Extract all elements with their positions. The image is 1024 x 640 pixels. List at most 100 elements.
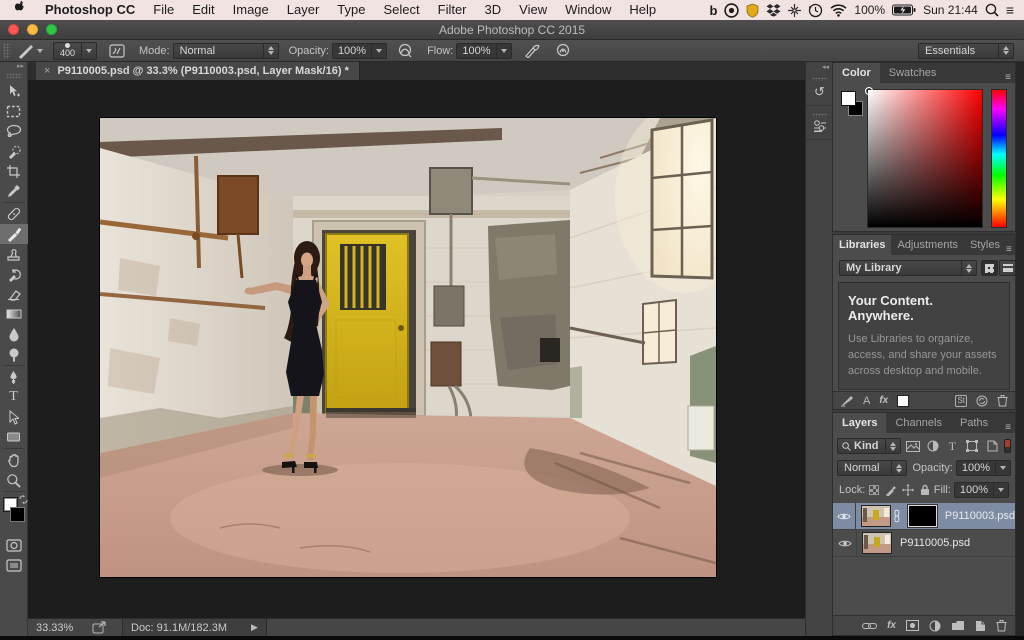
color-foreground-swatch[interactable] [841, 91, 856, 106]
background-color-swatch[interactable] [10, 507, 25, 522]
pressure-size-button[interactable] [551, 42, 575, 60]
canvas-photo[interactable] [100, 118, 716, 577]
menu-item-photoshop[interactable]: Photoshop CC [36, 0, 144, 20]
menu-item-file[interactable]: File [144, 0, 183, 20]
menu-item-help[interactable]: Help [620, 0, 665, 20]
gradient-tool[interactable] [0, 304, 28, 324]
filter-smart-objects-icon[interactable] [984, 438, 1001, 454]
layer-mask-thumbnail[interactable] [908, 505, 937, 527]
close-tab-icon[interactable]: × [44, 65, 50, 77]
mode-dropdown[interactable]: Normal [173, 43, 279, 59]
tab-swatches[interactable]: Swatches [880, 63, 946, 83]
sync-icon[interactable] [975, 395, 989, 407]
fill-input[interactable]: 100% [954, 482, 1009, 498]
toggle-brush-panel-button[interactable] [105, 42, 129, 60]
path-selection-tool[interactable] [0, 407, 28, 427]
menu-item-type[interactable]: Type [328, 0, 374, 20]
trash-icon[interactable] [997, 394, 1008, 407]
menu-clock[interactable]: Sun 21:44 [923, 3, 978, 17]
adjustment-layer-icon[interactable] [929, 620, 941, 632]
library-list-view-button[interactable] [999, 260, 1016, 276]
quick-selection-tool[interactable] [0, 141, 28, 161]
screen-mode-button[interactable] [0, 555, 28, 575]
blend-mode-dropdown[interactable]: Normal [837, 460, 907, 476]
hue-ramp[interactable] [991, 89, 1007, 228]
tab-color[interactable]: Color [833, 63, 880, 83]
filter-shape-layers-icon[interactable] [964, 438, 981, 454]
pen-tool[interactable] [0, 367, 28, 387]
shape-tool[interactable] [0, 427, 28, 447]
eyedropper-tool[interactable] [0, 181, 28, 201]
menu-item-view[interactable]: View [510, 0, 556, 20]
brush-tool-selected[interactable] [0, 224, 28, 244]
notification-center-icon[interactable]: ≡ [1006, 0, 1014, 20]
filter-toggle-switch[interactable] [1004, 439, 1011, 453]
hand-tool[interactable] [0, 450, 28, 470]
wifi-icon[interactable] [830, 0, 847, 20]
time-machine-icon[interactable] [808, 0, 823, 20]
add-char-style-icon[interactable]: A [863, 395, 870, 407]
quick-mask-button[interactable] [0, 535, 28, 555]
tab-libraries[interactable]: Libraries [833, 235, 891, 255]
lock-all-icon[interactable] [916, 483, 933, 498]
tool-preset-picker[interactable] [13, 42, 47, 60]
layer-row-p9110003[interactable]: P9110003.psd [833, 503, 1015, 530]
move-tool[interactable] [0, 81, 28, 101]
add-mask-icon[interactable] [906, 620, 919, 631]
lasso-tool[interactable] [0, 121, 28, 141]
document-info[interactable]: Doc: 91.1M/182.3M ▶ [122, 619, 267, 637]
link-layers-icon[interactable] [862, 622, 877, 630]
layer-thumbnail[interactable] [862, 532, 892, 554]
panel-menu-icon[interactable]: ≡ [1005, 72, 1015, 83]
tab-channels[interactable]: Channels [886, 413, 950, 433]
layer-style-icon[interactable]: fx [887, 620, 896, 631]
swap-colors-icon[interactable] [19, 495, 28, 504]
type-tool[interactable]: T [0, 387, 28, 407]
tab-layers[interactable]: Layers [833, 413, 886, 433]
filter-type-layers-icon[interactable]: T [944, 438, 961, 454]
b-status-icon[interactable]: b [709, 0, 717, 20]
spot-healing-brush-tool[interactable] [0, 204, 28, 224]
add-layer-style-icon[interactable]: fx [879, 395, 888, 406]
saturation-picker[interactable] [867, 89, 983, 228]
dodge-tool[interactable] [0, 344, 28, 364]
delete-layer-icon[interactable] [996, 619, 1007, 632]
menu-item-select[interactable]: Select [374, 0, 428, 20]
new-layer-icon[interactable] [975, 620, 986, 632]
tab-styles[interactable]: Styles [964, 235, 1006, 255]
creative-cloud-icon[interactable] [724, 0, 739, 20]
zoom-level-field[interactable]: 33.33% [36, 622, 92, 634]
lock-transparency-icon[interactable] [865, 483, 882, 498]
canvas-pasteboard[interactable] [28, 80, 805, 618]
new-group-icon[interactable] [951, 620, 965, 631]
document-tab[interactable]: × P9110005.psd @ 33.3% (P9110003.psd, La… [36, 62, 360, 80]
menu-item-layer[interactable]: Layer [278, 0, 329, 20]
pressure-opacity-button[interactable] [393, 42, 417, 60]
filter-pixel-layers-icon[interactable] [904, 438, 921, 454]
menu-item-window[interactable]: Window [556, 0, 620, 20]
dropbox-icon[interactable] [766, 0, 781, 20]
workspace-switcher[interactable]: Essentials [918, 43, 1014, 59]
layer-visibility-toggle[interactable] [833, 530, 857, 557]
flow-input[interactable]: 100% [456, 43, 511, 59]
lock-pixels-icon[interactable] [882, 483, 899, 498]
blur-tool[interactable] [0, 324, 28, 344]
tab-adjustments[interactable]: Adjustments [891, 235, 964, 255]
layer-row-p9110005[interactable]: P9110005.psd [833, 530, 1015, 557]
marquee-tool[interactable] [0, 101, 28, 121]
properties-panel-button[interactable] [806, 106, 833, 140]
share-export-icon[interactable] [92, 621, 108, 634]
shield-icon[interactable] [746, 0, 759, 20]
spotlight-icon[interactable] [985, 0, 999, 20]
add-graphic-icon[interactable] [840, 394, 854, 407]
menu-item-image[interactable]: Image [224, 0, 278, 20]
adobe-stock-icon[interactable]: St [955, 395, 967, 407]
eraser-tool[interactable] [0, 284, 28, 304]
apple-menu-icon[interactable] [0, 0, 36, 20]
brush-preset-picker[interactable]: 400 [53, 42, 97, 60]
zoom-tool[interactable] [0, 470, 28, 490]
clone-stamp-tool[interactable] [0, 244, 28, 264]
opacity-input[interactable]: 100% [332, 43, 387, 59]
panel-menu-icon[interactable]: ≡ [1005, 422, 1015, 433]
crop-tool[interactable] [0, 161, 28, 181]
